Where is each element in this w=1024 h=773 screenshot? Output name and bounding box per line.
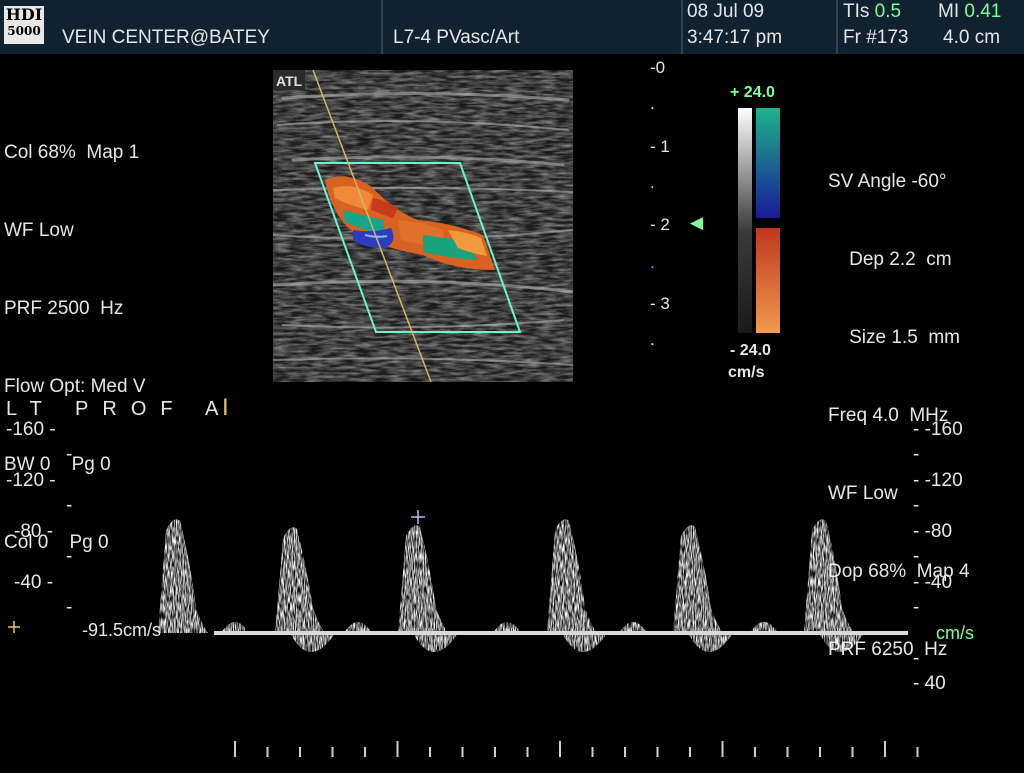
mi-value: 0.41 bbox=[964, 1, 1002, 22]
bmode-canvas: ATL bbox=[273, 70, 573, 382]
tis-readout: TIs 0.5 bbox=[843, 1, 901, 23]
doppler-param-line: Dep 2.2 cm bbox=[828, 249, 952, 270]
reverse-flow bbox=[413, 633, 458, 652]
depth-tick-label: - 1 bbox=[650, 137, 670, 156]
frame-number: Fr #173 bbox=[843, 27, 909, 48]
color-param-line: Col 68% Map 1 bbox=[4, 142, 140, 163]
depth-tick-label: -0 bbox=[650, 58, 666, 77]
exam-date: 08 Jul 09 bbox=[687, 1, 765, 22]
depth-tick-minor: . bbox=[650, 94, 655, 113]
color-bar-gray bbox=[738, 108, 752, 333]
header-divider bbox=[836, 0, 838, 54]
doppler-param-line: SV Angle -60° bbox=[828, 171, 947, 192]
tis-value: 0.5 bbox=[874, 1, 902, 22]
color-bar-top-label: + 24.0 bbox=[730, 84, 775, 101]
focus-marker-icon[interactable]: ◀ bbox=[690, 213, 703, 233]
image-depth: 4.0 cm bbox=[943, 27, 1001, 48]
logo-top: HDI bbox=[5, 5, 43, 24]
tis-label: TIs bbox=[843, 1, 870, 22]
depth-tick-label: - 2 bbox=[650, 215, 670, 234]
color-bar-unit: cm/s bbox=[728, 364, 765, 381]
spectral-unit: cm/s bbox=[936, 623, 974, 643]
logo-bottom: 5000 bbox=[7, 24, 41, 38]
spectral-doppler-display[interactable] bbox=[0, 395, 1024, 768]
systolic-peak bbox=[547, 519, 597, 633]
header-divider bbox=[681, 0, 683, 54]
velocity-caliper-icon[interactable] bbox=[411, 510, 425, 524]
bmode-image[interactable]: ATL bbox=[273, 70, 573, 382]
depth-tick-minor: . bbox=[650, 173, 655, 192]
depth-tick-minor: . bbox=[650, 330, 655, 349]
site-name: VEIN CENTER@BATEY bbox=[62, 27, 270, 48]
time-ticks bbox=[234, 741, 919, 757]
color-bar-positive bbox=[756, 108, 780, 218]
depth-tick-minor: . bbox=[650, 253, 655, 272]
exam-time: 3:47:17 pm bbox=[687, 27, 783, 48]
color-param-line: WF Low bbox=[4, 220, 74, 241]
reverse-flow bbox=[562, 633, 607, 652]
hdi-logo: HDI 5000 bbox=[4, 6, 44, 44]
reverse-flow bbox=[819, 633, 864, 652]
header-divider bbox=[381, 0, 383, 54]
spectral-canvas bbox=[8, 510, 919, 757]
color-bar-negative bbox=[756, 228, 780, 333]
header-bar: HDI 5000 VEIN CENTER@BATEY L7-4 PVasc/Ar… bbox=[0, 0, 1024, 54]
mi-readout: MI 0.41 bbox=[938, 1, 1001, 23]
systolic-peak bbox=[275, 527, 325, 633]
reverse-flow bbox=[688, 633, 733, 652]
color-param-line: PRF 2500 Hz bbox=[4, 298, 124, 319]
caliper-origin-icon bbox=[8, 621, 20, 633]
systolic-peak bbox=[804, 519, 854, 633]
velocity-readout: -91.5cm/s bbox=[82, 620, 162, 640]
color-bar-bottom-label: - 24.0 bbox=[730, 342, 771, 359]
reverse-flow bbox=[290, 633, 335, 652]
atl-logo: ATL bbox=[276, 73, 303, 89]
mi-label: MI bbox=[938, 1, 960, 22]
systolic-peak bbox=[673, 525, 723, 633]
depth-tick-label: - 3 bbox=[650, 294, 670, 313]
probe-name: L7-4 PVasc/Art bbox=[393, 27, 520, 48]
systolic-peak bbox=[398, 525, 448, 633]
doppler-param-line: Size 1.5 mm bbox=[828, 327, 960, 348]
systolic-peak bbox=[158, 519, 208, 633]
